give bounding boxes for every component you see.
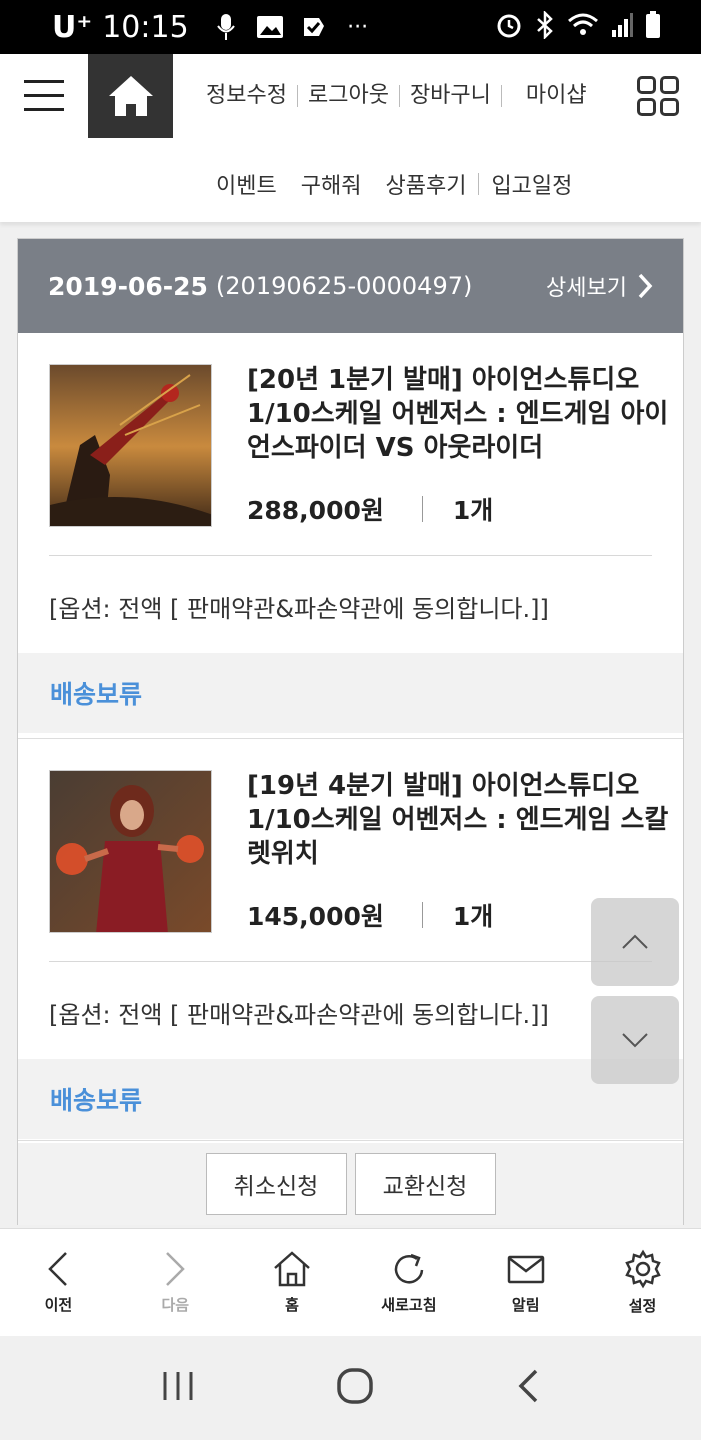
toolbar-label: 새로고침 (381, 1296, 437, 1314)
more-dots-icon: ··· (347, 14, 369, 40)
grid-menu-icon[interactable] (637, 76, 679, 116)
check-icon (299, 12, 329, 42)
order-number: (20190625-0000497) (215, 272, 473, 300)
chevron-up-icon (622, 934, 648, 949)
toolbar-label: 알림 (511, 1296, 540, 1314)
hamburger-menu-icon[interactable] (24, 80, 64, 112)
wifi-icon (567, 12, 599, 42)
toolbar-forward[interactable]: 다음 (117, 1229, 234, 1336)
product-quantity: 1개 (452, 496, 494, 525)
product-price: 288,000원 (247, 496, 384, 525)
product-image[interactable] (49, 770, 212, 933)
toolbar-label: 홈 (285, 1296, 299, 1314)
toolbar-label: 이전 (44, 1296, 73, 1314)
back-icon (48, 1252, 68, 1286)
toolbar-refresh[interactable]: 새로고침 (350, 1229, 467, 1336)
product-name[interactable]: [19년 4분기 발매] 아이언스튜디오 1/10스케일 어벤저스 : 엔드게임… (247, 769, 673, 871)
system-back-icon[interactable] (516, 1368, 540, 1408)
system-nav-bar (0, 1336, 701, 1440)
home-circle-icon[interactable] (336, 1367, 374, 1409)
nav-logout[interactable]: 로그아웃 (298, 82, 399, 110)
image-icon (255, 12, 285, 42)
order-detail-link[interactable]: 상세보기 (546, 270, 653, 302)
status-bar: U⁺ 10:15 ··· (0, 0, 701, 54)
scroll-bottom-button[interactable] (591, 996, 679, 1084)
product-name[interactable]: [20년 1분기 발매] 아이언스튜디오 1/10스케일 어벤저스 : 엔드게임… (247, 363, 673, 465)
refresh-icon (394, 1253, 424, 1284)
chevron-down-icon (622, 1033, 648, 1048)
mail-icon (507, 1255, 544, 1284)
toolbar-label: 다음 (161, 1296, 190, 1314)
divider (49, 555, 652, 556)
exchange-request-button[interactable]: 교환신청 (354, 1153, 496, 1215)
site-header: 정보수정 로그아웃 장바구니 마이샵 이벤트 구해줘 상품후기 입고일정 (0, 54, 701, 222)
order-actions: 취소신청 교환신청 (18, 1143, 683, 1225)
product-meta: 145,000원 1개 (247, 897, 493, 933)
sub-nav: 이벤트 구해줘 상품후기 입고일정 (204, 168, 584, 200)
nav-myshop[interactable]: 마이샵 (502, 82, 597, 110)
product-image[interactable] (49, 364, 212, 527)
alarm-icon (495, 11, 523, 43)
nav-restock-schedule[interactable]: 입고일정 (479, 168, 584, 200)
product-option: [옵션: 전액 [ 판매약관&파손약관에 동의합니다.]] (49, 595, 549, 623)
nav-edit-info[interactable]: 정보수정 (196, 82, 297, 110)
product-meta: 288,000원 1개 (247, 491, 493, 527)
recent-apps-icon[interactable] (161, 1370, 195, 1406)
scroll-top-button[interactable] (591, 898, 679, 986)
shipping-status: 배송보류 (18, 653, 683, 733)
cancel-request-button[interactable]: 취소신청 (205, 1153, 347, 1215)
battery-icon (645, 11, 661, 43)
chevron-right-icon (638, 273, 653, 299)
product-price: 145,000원 (247, 902, 384, 931)
detail-label: 상세보기 (546, 276, 627, 301)
product-quantity: 1개 (452, 902, 494, 931)
nav-event[interactable]: 이벤트 (204, 168, 289, 200)
divider (421, 496, 423, 522)
nav-request[interactable]: 구해줘 (289, 168, 374, 200)
shipping-status: 배송보류 (18, 1059, 683, 1139)
toolbar-settings[interactable]: 설정 (584, 1229, 701, 1336)
status-label: 배송보류 (50, 1086, 143, 1115)
microphone-icon (211, 12, 241, 42)
status-label: 배송보류 (50, 680, 143, 709)
home-icon (108, 76, 153, 116)
forward-icon (166, 1252, 186, 1286)
signal-icon (611, 12, 633, 42)
nav-cart[interactable]: 장바구니 (400, 82, 501, 110)
carrier-label: U⁺ (52, 9, 93, 45)
nav-reviews[interactable]: 상품후기 (373, 168, 478, 200)
divider (49, 961, 652, 962)
toolbar-notifications[interactable]: 알림 (467, 1229, 584, 1336)
browser-toolbar: 이전 다음 홈 새로고침 알림 설정 (0, 1228, 701, 1336)
order-card: 2019-06-25 (20190625-0000497) 상세보기 [20년 … (17, 238, 684, 1225)
top-nav: 정보수정 로그아웃 장바구니 마이샵 (196, 82, 597, 110)
toolbar-back[interactable]: 이전 (0, 1229, 117, 1336)
product-option: [옵션: 전액 [ 판매약관&파손약관에 동의합니다.]] (49, 1001, 549, 1029)
divider (421, 902, 423, 928)
home-button[interactable] (88, 54, 173, 138)
clock: 10:15 (102, 9, 189, 45)
order-header: 2019-06-25 (20190625-0000497) 상세보기 (18, 239, 683, 333)
gear-icon (624, 1249, 661, 1289)
order-item: [20년 1분기 발매] 아이언스튜디오 1/10스케일 어벤저스 : 엔드게임… (18, 333, 683, 739)
toolbar-home[interactable]: 홈 (234, 1229, 351, 1336)
home-icon (274, 1251, 310, 1287)
order-date: 2019-06-25 (48, 271, 208, 301)
order-item: [19년 4분기 발매] 아이언스튜디오 1/10스케일 어벤저스 : 엔드게임… (18, 739, 683, 1141)
toolbar-label: 설정 (628, 1297, 657, 1315)
bluetooth-icon (535, 9, 555, 43)
